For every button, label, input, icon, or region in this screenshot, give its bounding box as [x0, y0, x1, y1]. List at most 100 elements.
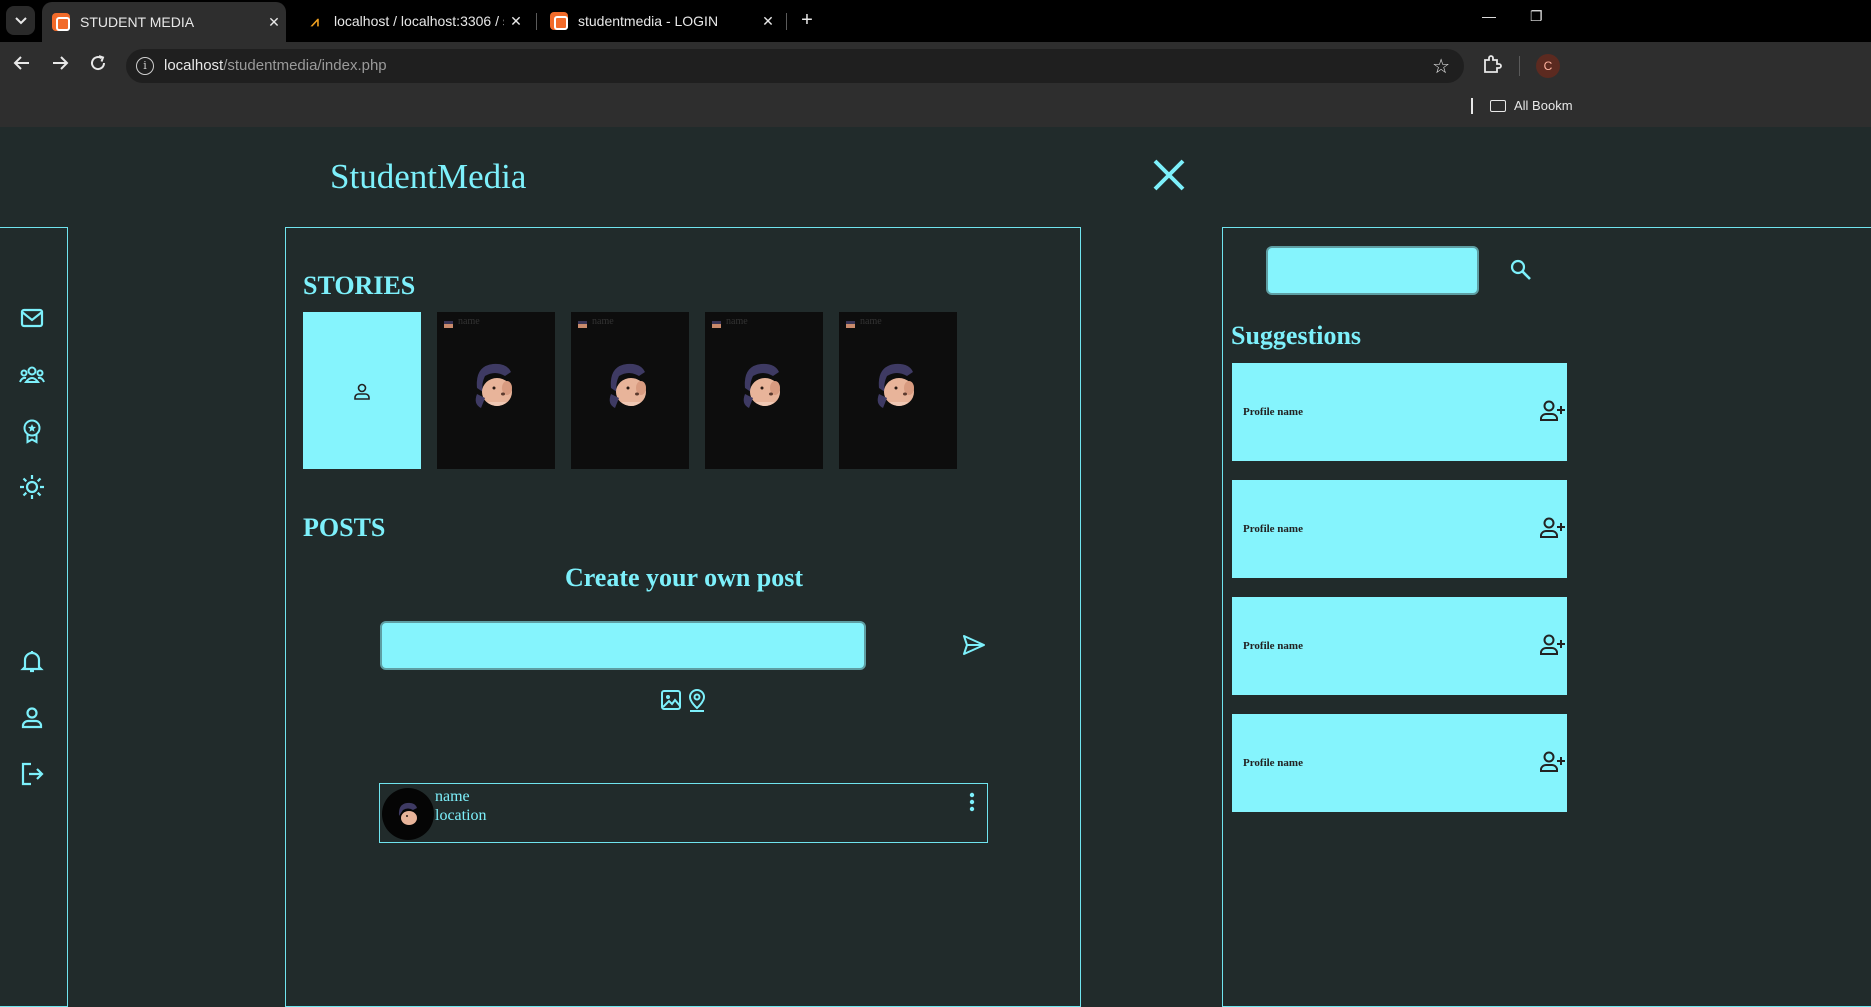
story-name: name — [458, 316, 480, 327]
story-card[interactable]: name — [839, 312, 957, 469]
post-card: name location — [379, 783, 988, 843]
badge-icon[interactable] — [19, 418, 45, 444]
xampp-icon — [550, 12, 568, 30]
story-avatar-icon — [712, 321, 721, 328]
close-tab-icon[interactable]: ✕ — [262, 14, 286, 31]
bookmarks-separator — [1471, 98, 1473, 114]
add-friend-icon[interactable] — [1540, 516, 1566, 540]
location-pin-icon[interactable] — [686, 688, 708, 712]
dog-image — [743, 363, 780, 408]
tab-title: studentmedia - LOGIN — [578, 13, 719, 29]
forward-button[interactable] — [48, 54, 72, 78]
back-button[interactable] — [10, 54, 34, 78]
search-icon[interactable] — [1509, 258, 1533, 282]
post-text-input[interactable] — [380, 621, 866, 670]
suggestion-profile-name: Profile name — [1243, 757, 1303, 769]
url-path: /studentmedia/index.php — [223, 57, 387, 74]
suggestion-profile-name: Profile name — [1243, 640, 1303, 652]
story-card[interactable]: name — [705, 312, 823, 469]
create-post-title: Create your own post — [564, 563, 804, 592]
all-bookmarks-label: All Bookm — [1514, 98, 1573, 113]
add-story-button[interactable] — [303, 312, 421, 469]
add-friend-icon[interactable] — [1540, 633, 1566, 657]
suggestion-card[interactable]: Profile name — [1232, 480, 1567, 578]
reload-button[interactable] — [86, 54, 110, 78]
toolbar-separator — [1519, 56, 1520, 76]
story-avatar-icon — [846, 321, 855, 328]
extensions-icon[interactable] — [1480, 52, 1504, 76]
suggestion-profile-name: Profile name — [1243, 406, 1303, 418]
feed-panel: STORIES name name name name POSTS Create… — [285, 227, 1081, 1007]
tab-login[interactable]: studentmedia - LOGIN ✕ — [540, 0, 780, 42]
close-tab-icon[interactable]: ✕ — [756, 13, 780, 30]
address-bar[interactable]: i localhost/studentmedia/index.php ☆ — [126, 49, 1464, 83]
add-friend-icon[interactable] — [1540, 750, 1566, 774]
group-icon[interactable] — [19, 362, 45, 388]
bookmarks-bar: All Bookm — [0, 90, 1871, 127]
story-avatar-icon — [578, 321, 587, 328]
xampp-icon — [52, 13, 70, 31]
post-location: location — [435, 807, 487, 824]
suggestion-card[interactable]: Profile name — [1232, 597, 1567, 695]
stories-title: STORIES — [303, 271, 416, 300]
story-name: name — [726, 316, 748, 327]
tab-student-media[interactable]: STUDENT MEDIA ✕ — [42, 2, 286, 42]
left-sidebar — [0, 227, 68, 1007]
tab-search-button[interactable] — [6, 6, 35, 35]
suggestion-card[interactable]: Profile name — [1232, 714, 1567, 812]
logout-icon[interactable] — [19, 761, 45, 787]
browser-tab-bar: STUDENT MEDIA ✕ ⩘ localhost / localhost:… — [0, 0, 1871, 42]
new-tab-button[interactable]: + — [795, 8, 819, 32]
all-bookmarks-button[interactable]: All Bookm — [1490, 98, 1573, 113]
user-icon — [354, 383, 370, 400]
right-sidebar: Suggestions Profile name Profile name Pr… — [1222, 227, 1871, 1007]
phpmyadmin-icon: ⩘ — [311, 13, 319, 29]
dog-image — [398, 802, 417, 825]
arrow-left-icon — [13, 56, 29, 70]
tab-title: STUDENT MEDIA — [80, 14, 195, 30]
tab-title: localhost / localhost:3306 / stuc — [334, 13, 504, 29]
bookmark-star-icon[interactable]: ☆ — [1432, 54, 1450, 79]
minimize-button[interactable]: — — [1482, 8, 1496, 24]
mail-icon[interactable] — [19, 305, 45, 331]
brightness-icon[interactable] — [19, 474, 45, 500]
post-author-name[interactable]: name — [435, 788, 470, 806]
tab-separator — [786, 13, 787, 30]
profile-avatar[interactable]: C — [1536, 54, 1560, 78]
page: StudentMedia STORIES name name name name… — [0, 127, 1871, 1007]
story-avatar-icon — [444, 321, 453, 328]
tab-separator — [536, 13, 537, 30]
story-name: name — [592, 316, 614, 327]
close-icon[interactable] — [1152, 158, 1186, 192]
image-icon[interactable] — [660, 688, 682, 712]
search-input[interactable] — [1266, 246, 1479, 295]
story-card[interactable]: name — [437, 312, 555, 469]
add-friend-icon[interactable] — [1540, 399, 1566, 423]
suggestion-profile-name: Profile name — [1243, 523, 1303, 535]
dog-image — [609, 363, 646, 408]
tab-phpmyadmin[interactable]: ⩘ localhost / localhost:3306 / stuc ✕ — [296, 0, 528, 42]
chevron-down-icon — [14, 16, 27, 24]
arrow-right-icon — [53, 56, 69, 70]
post-avatar[interactable] — [382, 788, 434, 840]
user-icon[interactable] — [19, 705, 45, 731]
story-name: name — [860, 316, 882, 327]
browser-toolbar: i localhost/studentmedia/index.php ☆ C — [0, 42, 1871, 90]
site-info-icon[interactable]: i — [136, 57, 154, 75]
folder-icon — [1490, 99, 1506, 112]
suggestions-title: Suggestions — [1231, 321, 1362, 350]
brand-title: StudentMedia — [330, 157, 527, 196]
posts-title: POSTS — [303, 513, 386, 542]
dog-image — [877, 363, 914, 408]
reload-icon — [91, 55, 106, 71]
restore-button[interactable]: ❐ — [1530, 8, 1543, 25]
close-tab-icon[interactable]: ✕ — [504, 13, 528, 30]
url-host: localhost — [164, 57, 224, 74]
bell-icon[interactable] — [19, 648, 45, 674]
url-text: localhost/studentmedia/index.php — [164, 57, 387, 74]
dog-image — [475, 363, 512, 408]
send-icon[interactable] — [962, 633, 986, 657]
more-options-icon[interactable] — [967, 792, 977, 812]
suggestion-card[interactable]: Profile name — [1232, 363, 1567, 461]
story-card[interactable]: name — [571, 312, 689, 469]
